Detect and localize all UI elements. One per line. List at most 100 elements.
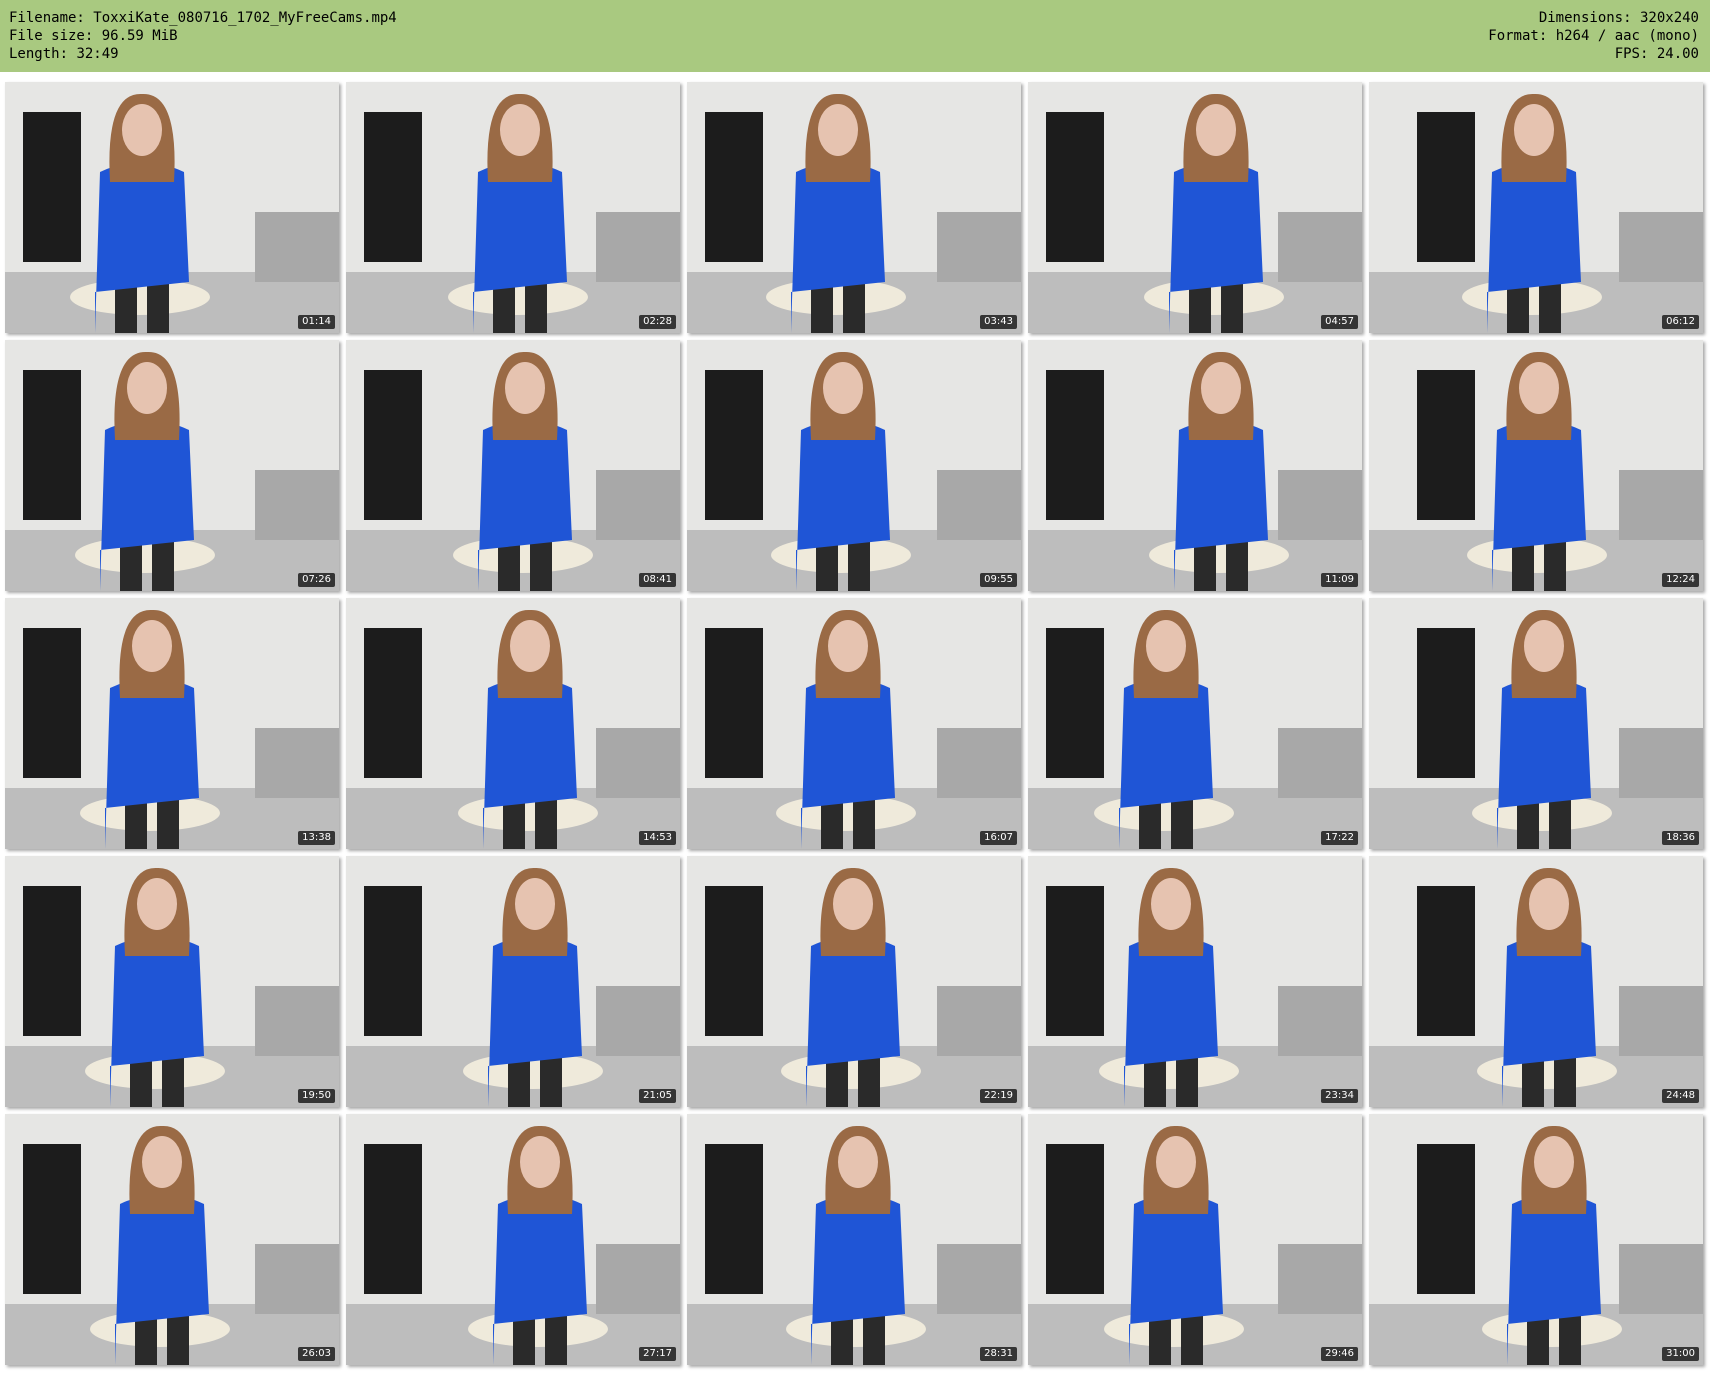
filesize-label: File size: [9,28,102,44]
thumbnail-frame [687,598,1021,849]
doorway [23,628,81,778]
thumbnail-frame [687,856,1021,1107]
timestamp-label: 11:09 [1321,573,1358,587]
doorway [705,1144,763,1294]
timestamp-label: 23:34 [1321,1089,1358,1103]
video-thumbnail: 13:38 [5,598,339,849]
thumbnail-frame [1369,598,1703,849]
sofa [1619,470,1703,540]
face [1151,878,1191,930]
video-thumbnail: 18:36 [1369,598,1703,849]
sofa [596,470,680,540]
metadata-header: Filename: ToxxiKate_080716_1702_MyFreeCa… [0,0,1710,72]
thumbnail-frame [687,82,1021,333]
doorway [1046,370,1104,520]
fps-label: FPS: [1614,46,1657,62]
thumbnail-frame [346,856,680,1107]
face [1529,878,1569,930]
video-thumbnail: 17:22 [1028,598,1362,849]
video-thumbnail: 14:53 [346,598,680,849]
filesize-value: 96.59 MiB [101,28,178,44]
video-thumbnail: 06:12 [1369,82,1703,333]
sofa [596,212,680,282]
face [505,362,545,414]
timestamp-label: 17:22 [1321,831,1358,845]
face [818,104,858,156]
face [838,1136,878,1188]
timestamp-label: 13:38 [298,831,335,845]
sofa [937,470,1021,540]
timestamp-label: 14:53 [639,831,676,845]
sofa [255,470,339,540]
sofa [1278,470,1362,540]
face [1156,1136,1196,1188]
thumbnail-frame [346,598,680,849]
doorway [705,886,763,1036]
metadata-left: Filename: ToxxiKate_080716_1702_MyFreeCa… [9,9,397,63]
format-label: Format: [1488,28,1556,44]
format-value: h264 / aac (mono) [1555,28,1699,44]
thumbnail-frame [5,856,339,1107]
timestamp-label: 03:43 [980,315,1017,329]
doorway [1046,886,1104,1036]
video-thumbnail: 31:00 [1369,1114,1703,1365]
video-thumbnail: 22:19 [687,856,1021,1107]
doorway [1417,1144,1475,1294]
dimensions-line: Dimensions: 320x240 [1488,9,1699,27]
face [142,1136,182,1188]
timestamp-label: 22:19 [980,1089,1017,1103]
thumbnail-frame [1369,856,1703,1107]
video-thumbnail: 09:55 [687,340,1021,591]
sofa [1278,986,1362,1056]
timestamp-label: 09:55 [980,573,1017,587]
video-thumbnail: 21:05 [346,856,680,1107]
face [137,878,177,930]
face [500,104,540,156]
thumbnail-frame [5,598,339,849]
timestamp-label: 08:41 [639,573,676,587]
timestamp-label: 26:03 [298,1347,335,1361]
face [1534,1136,1574,1188]
thumbnail-frame [1028,1114,1362,1365]
timestamp-label: 18:36 [1662,831,1699,845]
face [833,878,873,930]
sofa [255,728,339,798]
doorway [1046,1144,1104,1294]
fps-line: FPS: 24.00 [1488,45,1699,63]
filesize-line: File size: 96.59 MiB [9,27,397,45]
timestamp-label: 12:24 [1662,573,1699,587]
sofa [255,986,339,1056]
doorway [364,112,422,262]
face [828,620,868,672]
timestamp-label: 07:26 [298,573,335,587]
thumbnail-frame [346,1114,680,1365]
thumbnail-frame [1369,82,1703,333]
doorway [23,1144,81,1294]
sofa [937,728,1021,798]
dimensions-value: 320x240 [1639,10,1699,26]
doorway [705,370,763,520]
video-thumbnail: 08:41 [346,340,680,591]
sofa [1278,212,1362,282]
length-line: Length: 32:49 [9,45,397,63]
doorway [23,886,81,1036]
doorway [364,886,422,1036]
face [823,362,863,414]
doorway [23,112,81,262]
thumbnail-grid: 01:14 02:28 03:43 04:57 06:12 07:26 08:41 09:55… [5,82,1705,1365]
face [132,620,172,672]
face [510,620,550,672]
doorway [23,370,81,520]
sofa [596,1244,680,1314]
timestamp-label: 06:12 [1662,315,1699,329]
video-thumbnail: 28:31 [687,1114,1021,1365]
video-thumbnail: 24:48 [1369,856,1703,1107]
doorway [1417,112,1475,262]
filename-label: Filename: [9,10,94,26]
sofa [937,1244,1021,1314]
video-thumbnail: 12:24 [1369,340,1703,591]
timestamp-label: 16:07 [980,831,1017,845]
doorway [1417,886,1475,1036]
sofa [1278,728,1362,798]
face [1514,104,1554,156]
